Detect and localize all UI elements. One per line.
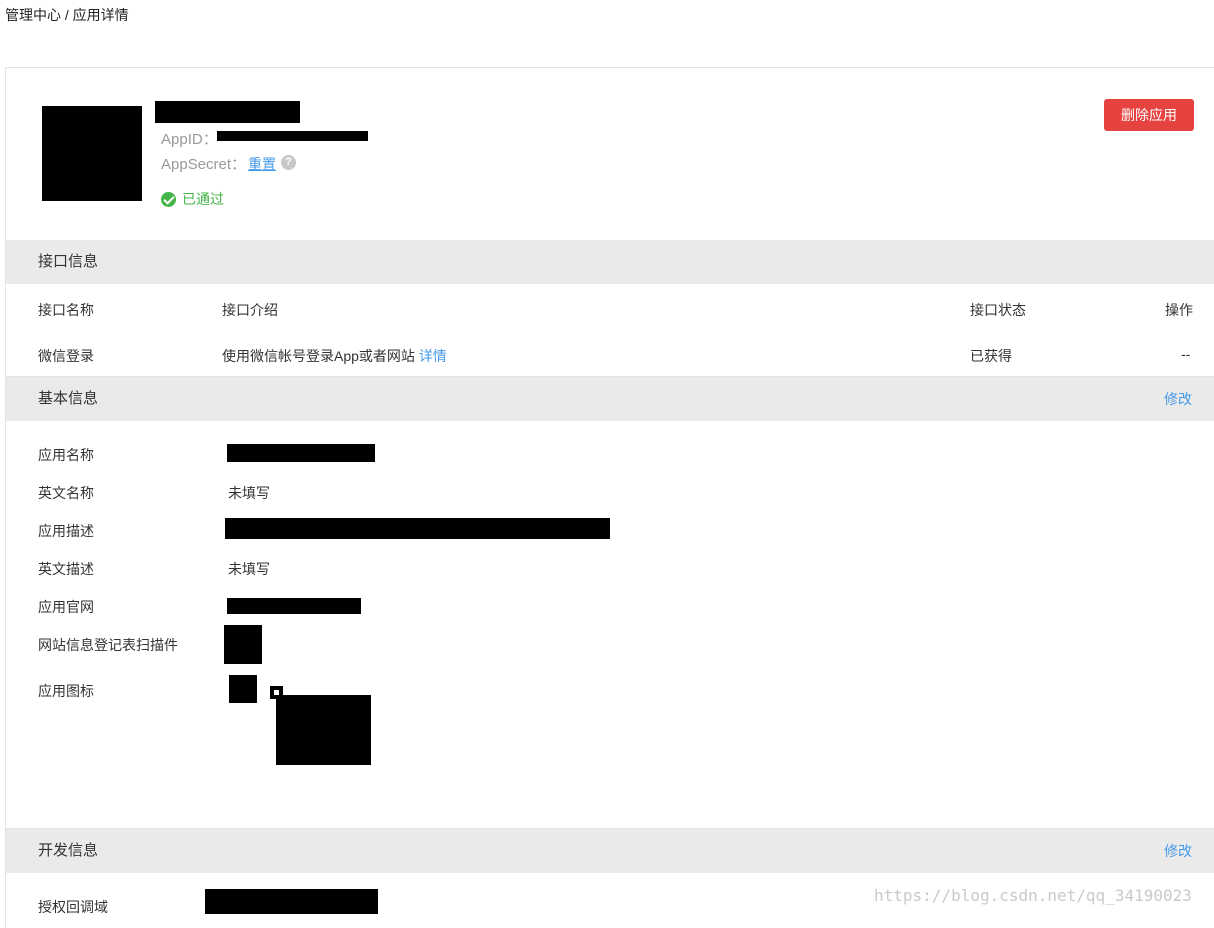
website-redacted — [227, 598, 361, 614]
field-website-label: 应用官网 — [38, 599, 94, 615]
callback-domain-redacted — [205, 889, 378, 914]
basic-section-header: 基本信息 修改 — [6, 377, 1214, 421]
appsecret-label: AppSecret： — [161, 156, 247, 173]
field-en-desc-value: 未填写 — [228, 561, 270, 577]
app-desc-redacted — [225, 518, 610, 539]
help-icon[interactable]: ? — [281, 155, 296, 170]
api-row-name: 微信登录 — [38, 348, 94, 364]
basic-edit-link[interactable]: 修改 — [1164, 377, 1192, 421]
field-en-name-value: 未填写 — [228, 485, 270, 501]
watermark: https://blog.csdn.net/qq_34190023 — [874, 886, 1192, 905]
app-icon-small-redacted — [229, 675, 257, 703]
review-status-text: 已通过 — [182, 191, 224, 207]
api-col-status: 接口状态 — [970, 302, 1026, 318]
breadcrumb: 管理中心 / 应用详情 — [5, 5, 129, 25]
field-en-desc-label: 英文描述 — [38, 561, 94, 577]
app-logo-redacted — [42, 106, 142, 201]
appid-value-redacted — [217, 131, 368, 141]
api-row-intro: 使用微信帐号登录App或者网站 详情 — [222, 346, 447, 366]
dev-section-header: 开发信息 修改 — [6, 829, 1214, 873]
review-status: 已通过 — [161, 189, 224, 209]
field-callback-label: 授权回调域 — [38, 899, 108, 915]
field-app-desc-label: 应用描述 — [38, 523, 94, 539]
breadcrumb-root-link[interactable]: 管理中心 — [5, 7, 61, 23]
field-scan-form-label: 网站信息登记表扫描件 — [38, 637, 178, 653]
delete-app-button[interactable]: 删除应用 — [1104, 99, 1194, 131]
field-app-name-label: 应用名称 — [38, 447, 94, 463]
api-section-title: 接口信息 — [38, 253, 99, 270]
api-col-intro: 接口介绍 — [222, 302, 278, 318]
api-detail-link[interactable]: 详情 — [419, 348, 447, 364]
api-row-action: -- — [1181, 346, 1191, 362]
api-col-name: 接口名称 — [38, 302, 94, 318]
app-title-redacted — [155, 101, 300, 123]
api-col-action: 操作 — [1165, 302, 1193, 318]
api-section-header: 接口信息 — [6, 240, 1214, 284]
check-circle-icon — [161, 191, 176, 207]
reset-secret-link[interactable]: 重置 — [248, 156, 276, 172]
dev-edit-link[interactable]: 修改 — [1164, 829, 1192, 873]
api-row-intro-text: 使用微信帐号登录App或者网站 — [222, 348, 415, 364]
app-icon-large-redacted — [276, 695, 371, 765]
appid-label: AppID： — [161, 131, 218, 148]
field-en-name-label: 英文名称 — [38, 485, 94, 501]
dev-section-title: 开发信息 — [38, 842, 99, 859]
scan-form-thumbnail-redacted[interactable] — [224, 625, 262, 664]
api-row-status: 已获得 — [970, 348, 1012, 364]
field-app-icon-label: 应用图标 — [38, 683, 94, 699]
breadcrumb-current: 应用详情 — [72, 7, 129, 23]
basic-section-title: 基本信息 — [38, 390, 99, 407]
app-name-redacted — [227, 444, 375, 462]
breadcrumb-separator: / — [61, 7, 73, 23]
